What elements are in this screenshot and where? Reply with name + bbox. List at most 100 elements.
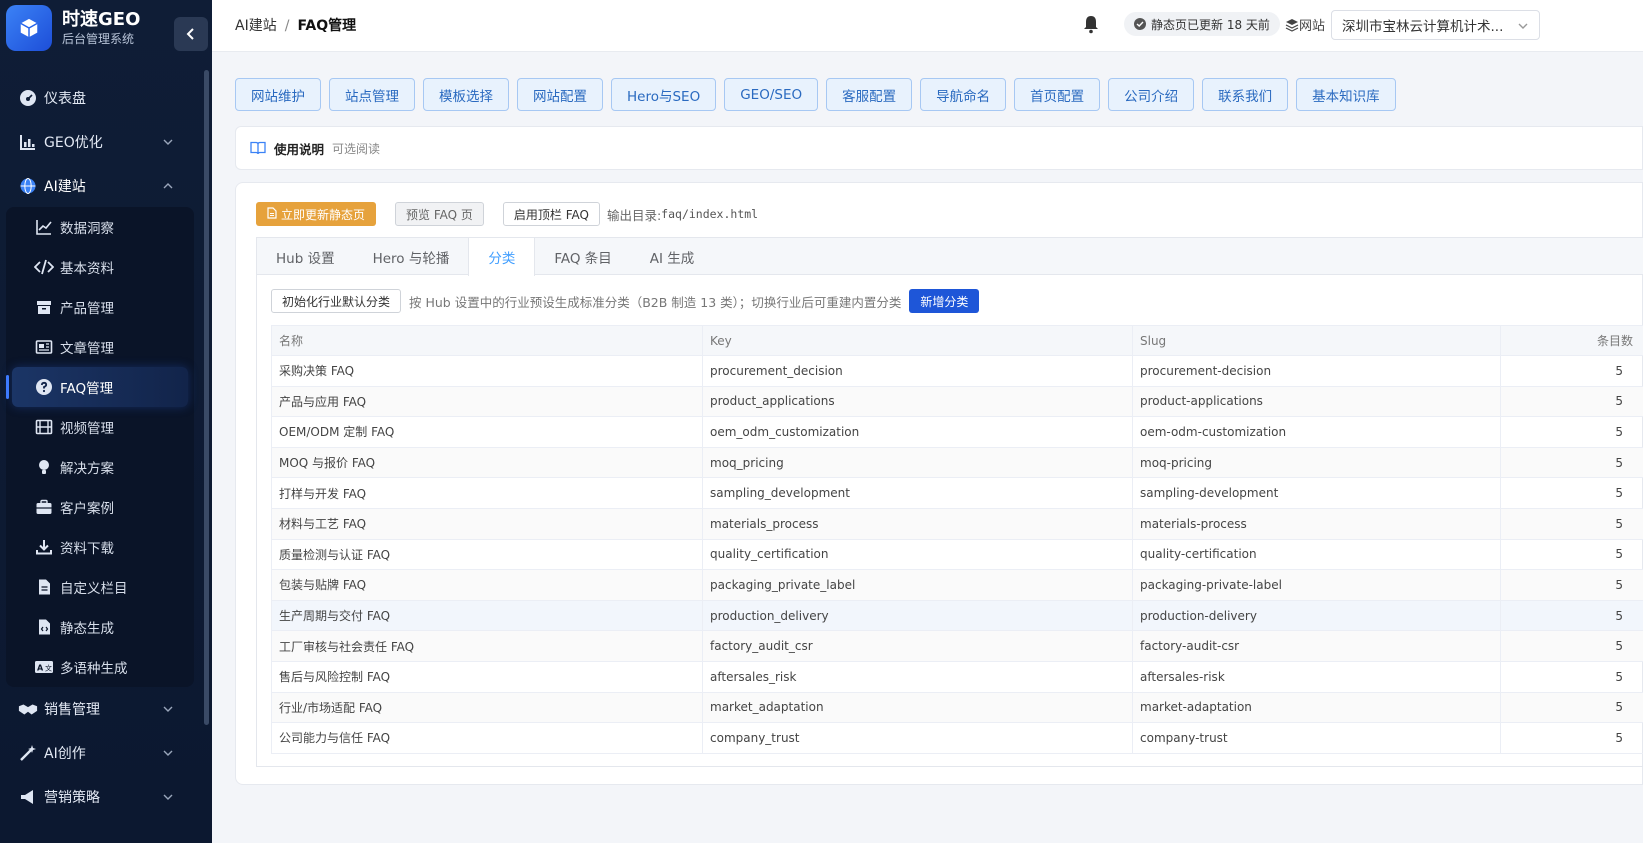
- table-row[interactable]: OEM/ODM 定制 FAQ oem_odm_customization oem-o…: [271, 416, 1643, 448]
- megaphone-icon: [18, 787, 38, 807]
- nav-item-marketing[interactable]: 营销策略: [0, 775, 204, 819]
- sidebar-item-static-gen[interactable]: 静态生成: [6, 607, 194, 647]
- column-header-count[interactable]: 条目数: [1500, 325, 1643, 356]
- toolbar-button-knowledge-base[interactable]: 基本知识库: [1296, 78, 1396, 111]
- cell-name: OEM/ODM 定制 FAQ: [271, 416, 703, 448]
- table-row[interactable]: 售后与风险控制 FAQ aftersales_risk aftersales-ris…: [271, 660, 1643, 693]
- toolbar-button-about[interactable]: 公司介绍: [1108, 78, 1195, 111]
- sidebar-item-label: 产品管理: [60, 301, 114, 317]
- svg-text:A: A: [37, 664, 44, 673]
- sidebar-item-label: 数据洞察: [60, 221, 114, 237]
- tab-faq-items[interactable]: FAQ 条目: [535, 238, 630, 275]
- category-hint: 按 Hub 设置中的行业预设生成标准分类（B2B 制造 13 类）；切换行业后可…: [409, 294, 902, 310]
- nav-item-geo[interactable]: GEO优化: [0, 120, 204, 164]
- update-static-button[interactable]: 立即更新静态页: [256, 202, 377, 226]
- nav-item-dashboard[interactable]: 仪表盘: [0, 76, 204, 120]
- toolbar-button-template[interactable]: 模板选择: [423, 78, 509, 111]
- chevron-down-icon: [163, 794, 173, 800]
- file-icon: [34, 577, 54, 597]
- cell-name: 质量检测与认证 FAQ: [271, 538, 703, 571]
- sidebar-item-videos[interactable]: 视频管理: [6, 407, 194, 447]
- sidebar-item-downloads[interactable]: 资料下载: [6, 527, 194, 567]
- notification-bell-icon[interactable]: [1082, 14, 1100, 38]
- collapse-sidebar-button[interactable]: [174, 17, 208, 51]
- nav-label: 销售管理: [44, 702, 100, 718]
- layers-icon: [1285, 18, 1299, 32]
- usage-instructions-bar[interactable]: 使用说明 可选阅读: [235, 126, 1643, 170]
- toolbar-button-homepage[interactable]: 首页配置: [1014, 78, 1101, 111]
- table-row[interactable]: 生产周期与交付 FAQ production_delivery production…: [271, 599, 1643, 632]
- cell-name: MOQ 与报价 FAQ: [271, 446, 703, 479]
- cell-count: 5: [1500, 660, 1643, 693]
- cell-key: market_adaptation: [702, 691, 1133, 724]
- output-dir-path: faq/index.html: [661, 207, 759, 221]
- cell-count: 5: [1500, 538, 1643, 571]
- table-row[interactable]: 公司能力与信任 FAQ company_trust company-trust 5: [271, 722, 1643, 754]
- bulb-icon: [34, 457, 54, 477]
- nav-item-sales[interactable]: 销售管理: [0, 687, 204, 731]
- chevron-left-icon: [186, 28, 194, 40]
- enable-top-faq-button[interactable]: 启用顶栏 FAQ: [502, 202, 600, 226]
- toolbar-button-customer-service[interactable]: 客服配置: [826, 78, 913, 111]
- sidebar-item-articles[interactable]: 文章管理: [6, 327, 194, 367]
- chevron-up-icon: [163, 183, 173, 189]
- column-header-name[interactable]: 名称: [271, 325, 703, 356]
- cell-key: factory_audit_csr: [702, 630, 1133, 662]
- column-header-key[interactable]: Key: [702, 325, 1133, 356]
- cell-count: 5: [1500, 477, 1643, 509]
- table-row[interactable]: 打样与开发 FAQ sampling_development sampling-de…: [271, 477, 1643, 509]
- globe-icon: [18, 176, 38, 196]
- sidebar-scrollbar[interactable]: [204, 70, 209, 725]
- usage-note: 可选阅读: [332, 141, 381, 156]
- table-row[interactable]: 采购决策 FAQ procurement_decision procurement-…: [271, 355, 1643, 387]
- table-row[interactable]: 工厂审核与社会责任 FAQ factory_audit_csr factory-au…: [271, 630, 1643, 662]
- table-row[interactable]: MOQ 与报价 FAQ moq_pricing moq-pricing 5: [271, 446, 1643, 479]
- breadcrumb-root[interactable]: AI建站: [235, 18, 277, 34]
- sidebar-item-cases[interactable]: 客户案例: [6, 487, 194, 527]
- chevron-down-icon: [1518, 23, 1528, 29]
- cell-name: 公司能力与信任 FAQ: [271, 722, 703, 754]
- nav-item-ai-site[interactable]: AI建站: [0, 164, 204, 208]
- site-select[interactable]: 深圳市宝林云计算机计术...: [1331, 10, 1540, 40]
- tab-ai-generate[interactable]: AI 生成: [631, 238, 714, 275]
- toolbar-button-site-maintenance[interactable]: 网站维护: [235, 78, 321, 111]
- cell-slug: product-applications: [1132, 385, 1501, 418]
- add-category-button[interactable]: 新增分类: [909, 289, 980, 313]
- sidebar: 时速GEO 后台管理系统 仪表盘 GEO优化 AI建站 数据洞察 基本资料 产品…: [0, 0, 212, 843]
- sidebar-item-label: 视频管理: [60, 421, 114, 437]
- init-default-categories-button[interactable]: 初始化行业默认分类: [271, 289, 402, 313]
- toolbar-button-contact[interactable]: 联系我们: [1202, 78, 1289, 111]
- column-header-slug[interactable]: Slug: [1132, 325, 1501, 356]
- tab-categories[interactable]: 分类: [468, 238, 536, 276]
- tab-hero-carousel[interactable]: Hero 与轮播: [354, 238, 469, 275]
- table-row[interactable]: 质量检测与认证 FAQ quality_certification quality-…: [271, 538, 1643, 571]
- toolbar-button-nav-naming[interactable]: 导航命名: [920, 78, 1007, 111]
- nav-label: GEO优化: [44, 135, 103, 151]
- cell-key: production_delivery: [702, 599, 1133, 632]
- toolbar-button-site-config[interactable]: 网站配置: [517, 78, 603, 111]
- table-row[interactable]: 行业/市场适配 FAQ market_adaptation market-adapt…: [271, 691, 1643, 724]
- sidebar-item-label: 客户案例: [60, 501, 114, 517]
- sidebar-item-faq[interactable]: FAQ管理: [6, 367, 188, 407]
- film-icon: [34, 417, 54, 437]
- sidebar-item-solutions[interactable]: 解决方案: [6, 447, 194, 487]
- cell-slug: oem-odm-customization: [1132, 416, 1501, 448]
- sidebar-item-basic-info[interactable]: 基本资料: [6, 247, 194, 287]
- sidebar-item-data-insight[interactable]: 数据洞察: [6, 207, 194, 247]
- sidebar-item-label: FAQ管理: [60, 381, 114, 397]
- preview-faq-button[interactable]: 预览 FAQ 页: [395, 202, 484, 226]
- sidebar-item-multilang[interactable]: A文 多语种生成: [6, 647, 194, 687]
- toolbar-button-site-management[interactable]: 站点管理: [329, 78, 415, 111]
- toolbar-button-hero-seo[interactable]: Hero与SEO: [611, 78, 717, 111]
- table-row[interactable]: 材料与工艺 FAQ materials_process materials-proc…: [271, 507, 1643, 540]
- table-row[interactable]: 包装与贴牌 FAQ packaging_private_label packagin…: [271, 569, 1643, 601]
- cell-count: 5: [1500, 569, 1643, 601]
- tab-hub-settings[interactable]: Hub 设置: [257, 238, 354, 275]
- toolbar-button-geo-seo[interactable]: GEO/SEO: [724, 78, 819, 111]
- sidebar-item-products[interactable]: 产品管理: [6, 287, 194, 327]
- sidebar-item-custom-column[interactable]: 自定义栏目: [6, 567, 194, 607]
- table-row[interactable]: 产品与应用 FAQ product_applications product-app…: [271, 385, 1643, 418]
- nav-item-ai-creation[interactable]: AI创作: [0, 731, 204, 775]
- cell-slug: packaging-private-label: [1132, 569, 1501, 601]
- check-circle-icon: [1134, 18, 1146, 30]
